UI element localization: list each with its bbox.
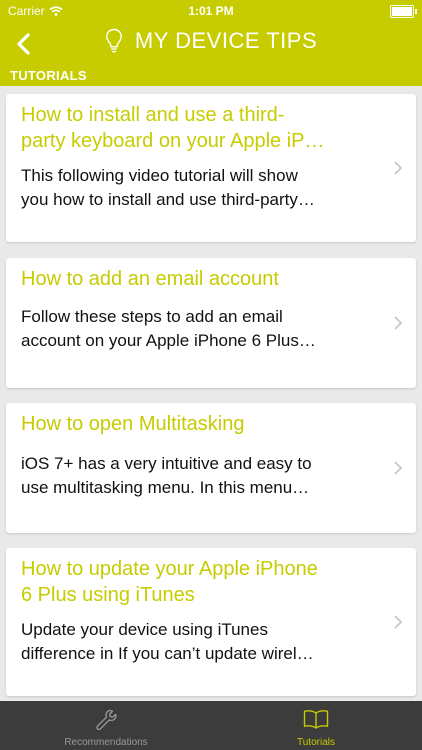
tab-label: Tutorials	[297, 737, 335, 748]
tutorial-card[interactable]: How to update your Apple iPhone 6 Plus u…	[6, 548, 416, 696]
tab-recommendations[interactable]: Recommendations	[16, 701, 196, 750]
chevron-right-icon	[394, 461, 403, 475]
card-description: Update your device using iTunes differen…	[21, 620, 314, 663]
card-description: Follow these steps to add an email accou…	[21, 307, 316, 350]
navigation-bar: MY DEVICE TIPS	[0, 22, 422, 66]
card-title: How to update your Apple iPhone 6 Plus u…	[21, 558, 318, 606]
card-title: How to install and use a third- party ke…	[21, 104, 325, 152]
card-description: iOS 7+ has a very intuitive and easy to …	[21, 454, 312, 497]
battery-icon	[390, 5, 417, 18]
card-title: How to open Multitasking	[21, 413, 245, 435]
tab-tutorials[interactable]: Tutorials	[226, 701, 406, 750]
tab-bar: Recommendations Tutorials	[0, 701, 422, 750]
page-title: MY DEVICE TIPS	[134, 28, 318, 53]
status-bar: Carrier 1:01 PM	[0, 0, 422, 22]
card-title: How to add an email account	[21, 268, 279, 290]
lightbulb-icon	[105, 28, 122, 53]
card-description: This following video tutorial will show …	[21, 166, 315, 209]
tab-label: Recommendations	[64, 737, 148, 748]
header-bar: Carrier 1:01 PM MY DEVICE TIPS TUTORIALS	[0, 0, 422, 86]
chevron-right-icon	[394, 161, 403, 175]
tutorial-card[interactable]: How to add an email account Follow these…	[6, 258, 416, 388]
tutorial-card[interactable]: How to open Multitasking iOS 7+ has a ve…	[6, 403, 416, 533]
chevron-right-icon	[394, 615, 403, 629]
book-icon	[303, 710, 329, 729]
wrench-icon	[96, 709, 117, 731]
chevron-right-icon	[394, 316, 403, 330]
section-label: TUTORIALS	[10, 68, 87, 83]
status-time: 1:01 PM	[188, 4, 234, 18]
tutorial-card[interactable]: How to install and use a third- party ke…	[6, 94, 416, 242]
